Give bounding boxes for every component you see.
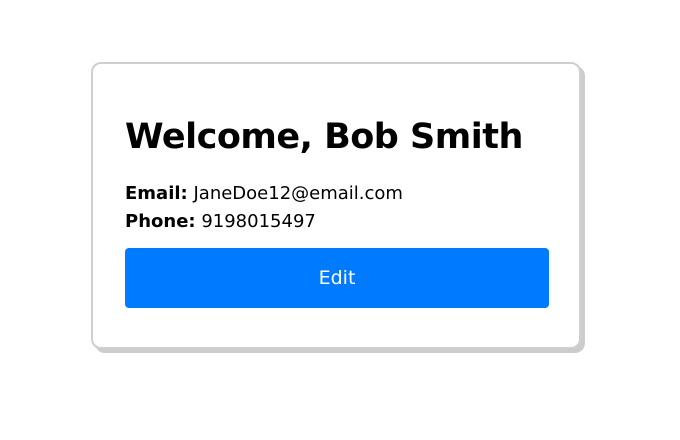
profile-card: Welcome, Bob Smith Email: JaneDoe12@emai… — [91, 62, 581, 349]
email-row: Email: JaneDoe12@email.com — [125, 180, 547, 208]
phone-row: Phone: 9198015497 — [125, 208, 547, 236]
page: Welcome, Bob Smith Email: JaneDoe12@emai… — [0, 0, 680, 440]
welcome-heading: Welcome, Bob Smith — [125, 117, 523, 157]
phone-label: Phone: — [125, 211, 196, 232]
email-label: Email: — [125, 183, 188, 204]
email-value: JaneDoe12@email.com — [193, 183, 403, 204]
phone-value: 9198015497 — [201, 211, 316, 232]
contact-info: Email: JaneDoe12@email.com Phone: 919801… — [125, 180, 547, 236]
edit-button[interactable]: Edit — [125, 248, 549, 308]
